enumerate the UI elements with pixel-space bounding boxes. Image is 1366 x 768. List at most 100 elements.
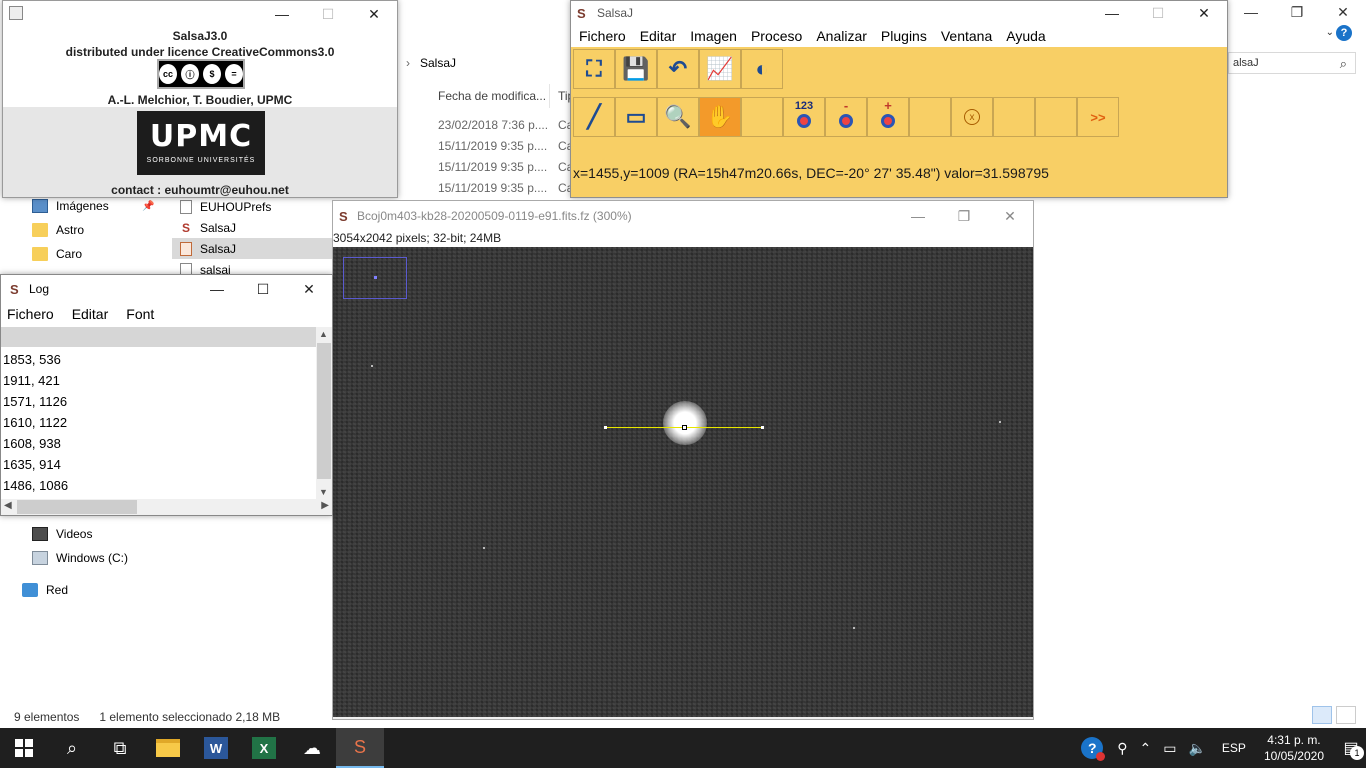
- people-icon[interactable]: ⚲: [1117, 740, 1127, 757]
- hand-icon: ✋: [706, 104, 734, 129]
- minimize-icon[interactable]: —: [1228, 0, 1274, 24]
- search-icon[interactable]: ⌕: [1340, 56, 1347, 72]
- nav-item-red[interactable]: Red: [22, 579, 68, 601]
- task-view-button[interactable]: ⧉: [96, 728, 144, 768]
- start-button[interactable]: [0, 728, 48, 768]
- salsaj-titlebar[interactable]: S SalsaJ — ☐ ✕: [571, 1, 1227, 25]
- close-icon[interactable]: ✕: [351, 1, 397, 27]
- search-box[interactable]: alsaJ ⌕: [1228, 52, 1356, 74]
- menu-imagen[interactable]: Imagen: [690, 28, 737, 44]
- list-item-selected[interactable]: SalsaJ: [172, 238, 332, 259]
- line-center-handle[interactable]: [682, 425, 687, 430]
- photometry-minus-button[interactable]: -: [825, 97, 867, 137]
- log-row[interactable]: 1635, 914: [1, 454, 332, 475]
- large-icons-view-button[interactable]: [1336, 706, 1356, 724]
- fits-titlebar[interactable]: S Bcoj0m403-kb28-20200509-0119-e91.fits.…: [333, 201, 1033, 231]
- battery-icon[interactable]: ▭: [1163, 740, 1176, 757]
- maximize-icon[interactable]: ☐: [240, 275, 286, 303]
- excel-taskbar-button[interactable]: X: [240, 728, 288, 768]
- undo-button[interactable]: ↶: [657, 49, 699, 89]
- nav-item-imagenes[interactable]: Imágenes: [32, 195, 109, 217]
- minimize-icon[interactable]: —: [895, 201, 941, 231]
- scroll-left-icon[interactable]: ◀: [4, 500, 12, 511]
- empty-tool-slot[interactable]: [1035, 97, 1077, 137]
- close-icon[interactable]: ✕: [987, 201, 1033, 231]
- word-taskbar-button[interactable]: W: [192, 728, 240, 768]
- menu-ayuda[interactable]: Ayuda: [1006, 28, 1045, 44]
- log-row[interactable]: 1608, 938: [1, 433, 332, 454]
- help-icon[interactable]: ?: [1336, 25, 1352, 41]
- clear-photometry-button[interactable]: x: [951, 97, 993, 137]
- log-menu-editar[interactable]: Editar: [72, 306, 109, 322]
- chevron-up-icon[interactable]: ⌃: [1140, 740, 1152, 757]
- scroll-down-icon[interactable]: ▼: [319, 487, 328, 497]
- log-menu-font[interactable]: Font: [126, 306, 154, 322]
- log-menu-fichero[interactable]: Fichero: [7, 306, 54, 322]
- open-file-button[interactable]: ⛶: [573, 49, 615, 89]
- app-taskbar-button[interactable]: ☁: [288, 728, 336, 768]
- volume-icon[interactable]: 🔈: [1188, 740, 1205, 757]
- nav-item-caro[interactable]: Caro: [32, 243, 82, 265]
- hand-tool-button[interactable]: ✋: [699, 97, 741, 137]
- zoom-tool-button[interactable]: 🔍: [657, 97, 699, 137]
- help-tray-icon[interactable]: ?: [1081, 737, 1106, 761]
- language-indicator[interactable]: ESP: [1222, 741, 1246, 755]
- menu-fichero[interactable]: Fichero: [579, 28, 626, 44]
- nav-item-windows-c[interactable]: Windows (C:): [32, 547, 128, 569]
- breadcrumb-folder[interactable]: SalsaJ: [420, 56, 456, 70]
- search-button[interactable]: ⌕: [48, 728, 96, 768]
- log-row[interactable]: 1610, 1122: [1, 412, 332, 433]
- astronomical-image-canvas[interactable]: [333, 247, 1033, 717]
- contrast-button[interactable]: ◐: [741, 49, 783, 89]
- log-row[interactable]: 1571, 1126: [1, 391, 332, 412]
- log-row[interactable]: 1486, 1086: [1, 475, 332, 496]
- nav-item-astro[interactable]: Astro: [32, 219, 84, 241]
- menu-analizar[interactable]: Analizar: [816, 28, 867, 44]
- chevron-down-icon[interactable]: ⌄: [1326, 27, 1334, 38]
- file-explorer-taskbar-button[interactable]: [144, 728, 192, 768]
- vertical-scrollbar[interactable]: ▲ ▼: [316, 327, 332, 499]
- menu-ventana[interactable]: Ventana: [941, 28, 992, 44]
- rectangle-tool-button[interactable]: ▭: [615, 97, 657, 137]
- action-center-button[interactable]: ▤ 1: [1336, 728, 1366, 768]
- photometry-plus-button[interactable]: +: [867, 97, 909, 137]
- list-item[interactable]: EUHOUPrefs: [172, 196, 332, 217]
- log-titlebar[interactable]: S Log — ☐ ✕: [1, 275, 332, 303]
- minimize-icon[interactable]: —: [194, 275, 240, 303]
- restore-icon[interactable]: ❐: [1274, 0, 1320, 24]
- scroll-thumb[interactable]: [317, 343, 331, 479]
- close-icon[interactable]: ✕: [1320, 0, 1366, 24]
- close-icon[interactable]: ✕: [286, 275, 332, 303]
- scroll-up-icon[interactable]: ▲: [319, 329, 328, 339]
- empty-tool-slot[interactable]: [993, 97, 1035, 137]
- plot-profile-button[interactable]: 📈: [699, 49, 741, 89]
- list-item[interactable]: S SalsaJ: [172, 217, 332, 238]
- scroll-thumb[interactable]: [17, 500, 137, 514]
- line-tool-button[interactable]: ╱: [573, 97, 615, 137]
- details-view-button[interactable]: [1312, 706, 1332, 724]
- photometry-counter-button[interactable]: 123: [783, 97, 825, 137]
- column-date[interactable]: Fecha de modifica...: [430, 84, 550, 108]
- menu-editar[interactable]: Editar: [640, 28, 677, 44]
- salsaj-taskbar-button[interactable]: S: [336, 728, 384, 768]
- nav-item-videos[interactable]: Videos: [32, 523, 92, 545]
- horizontal-scrollbar[interactable]: ◀ ▶: [1, 499, 332, 515]
- close-icon[interactable]: ✕: [1181, 1, 1227, 25]
- minimize-icon[interactable]: —: [1089, 1, 1135, 25]
- scroll-right-icon[interactable]: ▶: [321, 500, 329, 511]
- empty-tool-slot[interactable]: [909, 97, 951, 137]
- restore-icon[interactable]: ❐: [941, 201, 987, 231]
- save-button[interactable]: 💾: [615, 49, 657, 89]
- empty-tool-slot[interactable]: [741, 97, 783, 137]
- menu-plugins[interactable]: Plugins: [881, 28, 927, 44]
- more-tools-button[interactable]: >>: [1077, 97, 1119, 137]
- clock[interactable]: 4:31 p. m. 10/05/2020: [1264, 732, 1324, 764]
- about-titlebar[interactable]: — ☐ ✕: [3, 1, 397, 27]
- menu-proceso[interactable]: Proceso: [751, 28, 802, 44]
- log-menubar: Fichero Editar Font: [1, 303, 332, 325]
- log-row[interactable]: 1911, 421: [1, 370, 332, 391]
- pin-icon[interactable]: 📌: [142, 201, 154, 212]
- minimize-icon[interactable]: —: [259, 1, 305, 27]
- zoom-navigator-rect[interactable]: [343, 257, 407, 299]
- log-row[interactable]: 1853, 536: [1, 349, 332, 370]
